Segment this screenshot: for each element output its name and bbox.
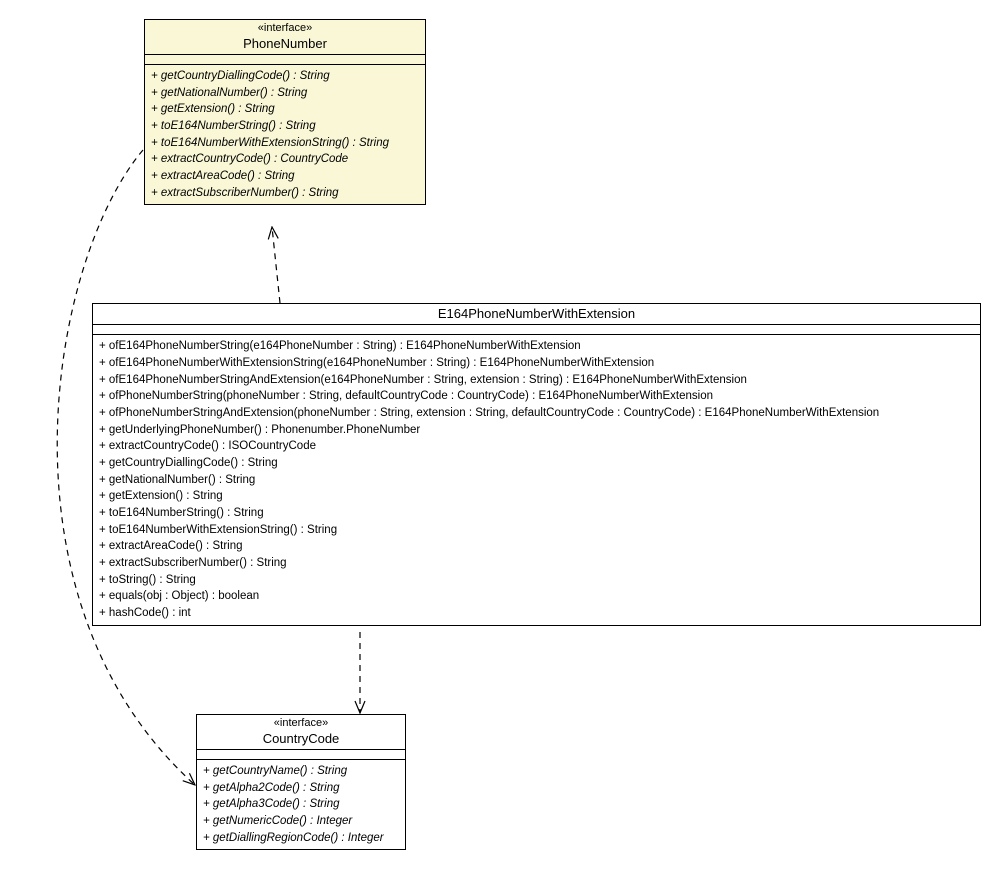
operation-row: + getNationalNumber() : String <box>99 472 974 489</box>
operation-row: + getAlpha3Code() : String <box>203 796 399 813</box>
class-box-country-code: «interface» CountryCode + getCountryName… <box>196 714 406 850</box>
operation-row: + toE164NumberString() : String <box>99 505 974 522</box>
operation-row: + extractCountryCode() : CountryCode <box>151 151 419 168</box>
operation-row: + getDiallingRegionCode() : Integer <box>203 830 399 847</box>
operation-row: + ofE164PhoneNumberString(e164PhoneNumbe… <box>99 338 974 355</box>
operation-row: + getNumericCode() : Integer <box>203 813 399 830</box>
operation-row: + getNationalNumber() : String <box>151 85 419 102</box>
class-name: PhoneNumber <box>149 36 421 52</box>
class-box-e164: E164PhoneNumberWithExtension + ofE164Pho… <box>92 303 981 626</box>
operation-row: + equals(obj : Object) : boolean <box>99 588 974 605</box>
operations-compartment: + getCountryDiallingCode() : String+ get… <box>145 65 425 204</box>
operation-row: + getExtension() : String <box>99 488 974 505</box>
operation-row: + getCountryDiallingCode() : String <box>151 68 419 85</box>
class-name: E164PhoneNumberWithExtension <box>97 306 976 322</box>
operation-row: + getAlpha2Code() : String <box>203 780 399 797</box>
class-name: CountryCode <box>201 731 401 747</box>
operation-row: + ofE164PhoneNumberWithExtensionString(e… <box>99 355 974 372</box>
connector-e164-implements-phonenumber <box>272 227 280 303</box>
stereotype: «interface» <box>201 717 401 731</box>
attributes-compartment <box>197 750 405 760</box>
operation-row: + toE164NumberString() : String <box>151 118 419 135</box>
operation-row: + hashCode() : int <box>99 605 974 622</box>
operation-row: + getCountryDiallingCode() : String <box>99 455 974 472</box>
class-title: E164PhoneNumberWithExtension <box>93 304 980 325</box>
operation-row: + extractAreaCode() : String <box>99 538 974 555</box>
operation-row: + extractSubscriberNumber() : String <box>151 185 419 202</box>
operation-row: + extractCountryCode() : ISOCountryCode <box>99 438 974 455</box>
class-box-phone-number: «interface» PhoneNumber + getCountryDial… <box>144 19 426 205</box>
attributes-compartment <box>93 325 980 335</box>
class-title: «interface» CountryCode <box>197 715 405 750</box>
operation-row: + getCountryName() : String <box>203 763 399 780</box>
operation-row: + extractAreaCode() : String <box>151 168 419 185</box>
operation-row: + ofPhoneNumberStringAndExtension(phoneN… <box>99 405 974 422</box>
operations-compartment: + getCountryName() : String+ getAlpha2Co… <box>197 760 405 849</box>
class-title: «interface» PhoneNumber <box>145 20 425 55</box>
attributes-compartment <box>145 55 425 65</box>
operation-row: + ofPhoneNumberString(phoneNumber : Stri… <box>99 388 974 405</box>
stereotype: «interface» <box>149 22 421 36</box>
operation-row: + toE164NumberWithExtensionString() : St… <box>151 135 419 152</box>
operation-row: + getExtension() : String <box>151 101 419 118</box>
operation-row: + ofE164PhoneNumberStringAndExtension(e1… <box>99 372 974 389</box>
operation-row: + toString() : String <box>99 572 974 589</box>
operation-row: + getUnderlyingPhoneNumber() : Phonenumb… <box>99 422 974 439</box>
operation-row: + extractSubscriberNumber() : String <box>99 555 974 572</box>
operations-compartment: + ofE164PhoneNumberString(e164PhoneNumbe… <box>93 335 980 624</box>
operation-row: + toE164NumberWithExtensionString() : St… <box>99 522 974 539</box>
